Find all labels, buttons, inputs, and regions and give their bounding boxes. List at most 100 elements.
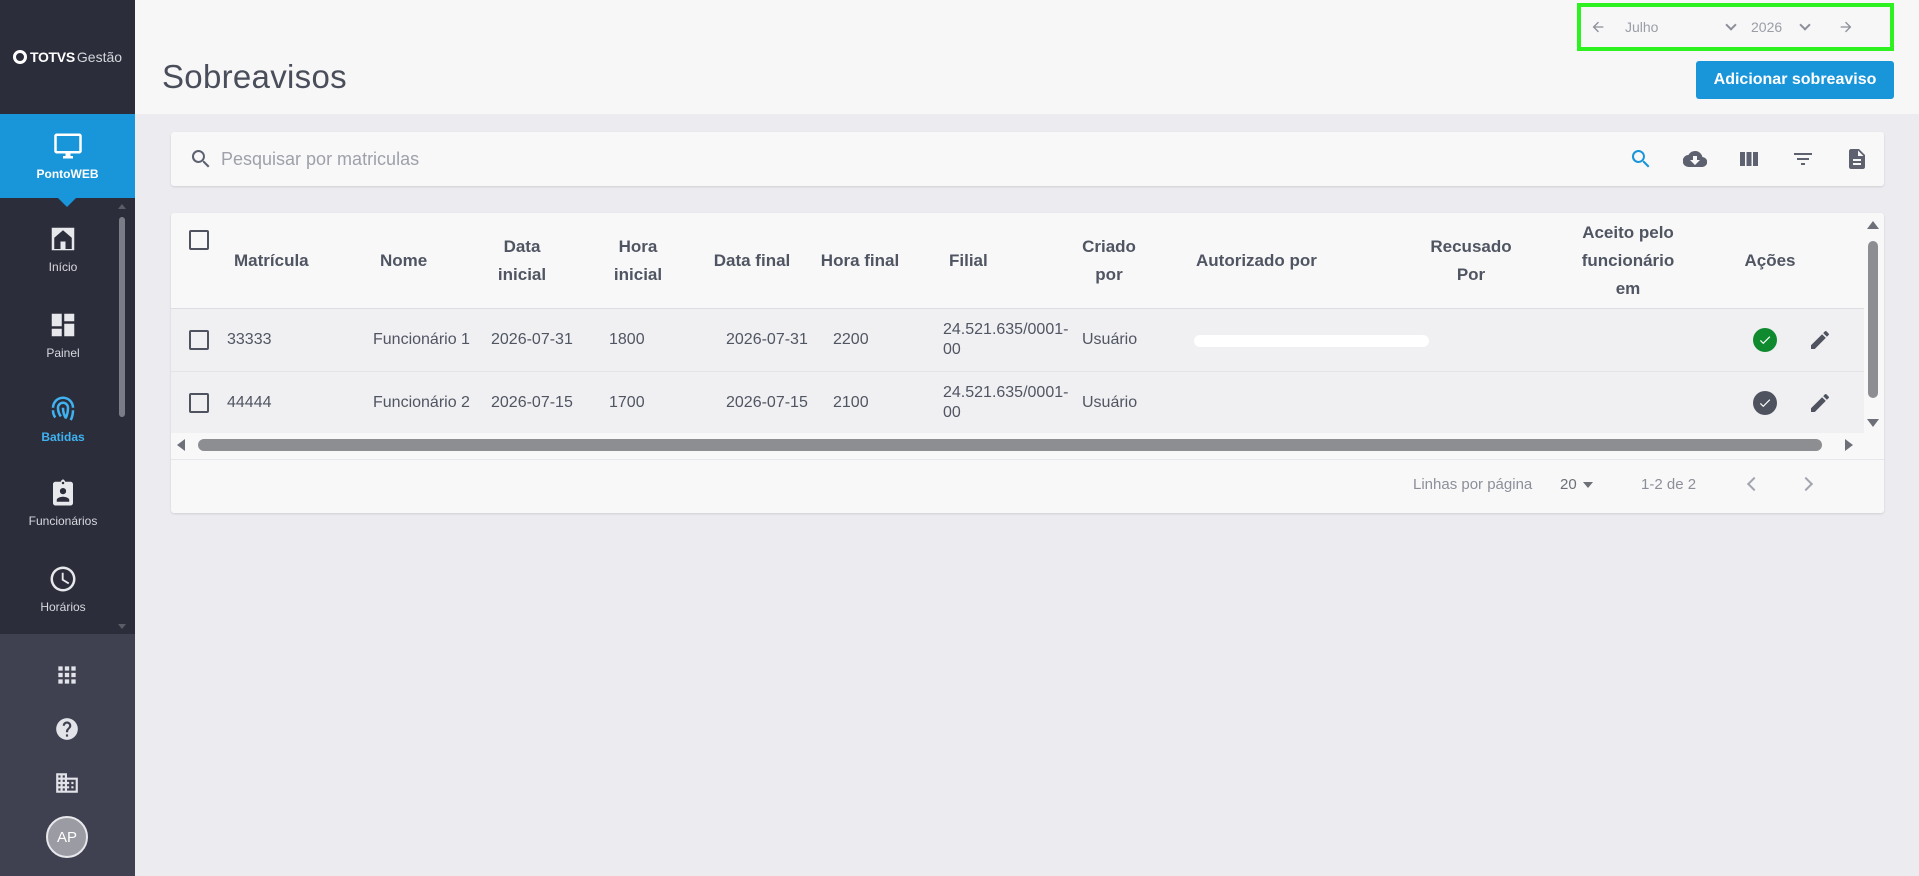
logo-mark-icon (12, 50, 27, 64)
sidebar-item-inicio[interactable]: Início (0, 214, 126, 284)
search-input[interactable] (221, 142, 1221, 176)
home-icon (51, 227, 75, 251)
previous-month-button[interactable] (1581, 19, 1615, 35)
company-button[interactable] (50, 766, 84, 800)
column-header-nome[interactable]: Nome (380, 213, 460, 309)
column-header-aceito-em[interactable]: Aceito pelo funcionário em (1568, 213, 1688, 309)
redacted-text (1194, 335, 1429, 347)
approve-button[interactable] (1753, 391, 1777, 415)
sidebar-item-painel[interactable]: Painel (0, 300, 126, 370)
sidebar-scroll-down-icon[interactable] (118, 624, 126, 629)
badge-icon (53, 479, 73, 506)
search-icon (1631, 150, 1650, 168)
scroll-up-icon[interactable] (1867, 221, 1879, 229)
cell-matricula: 33333 (227, 331, 272, 348)
apps-grid-icon (58, 666, 76, 684)
download-button[interactable] (1682, 146, 1708, 172)
column-header-data-final[interactable]: Data final (712, 213, 792, 309)
cell-data-final: 2026-07-31 (726, 331, 808, 348)
period-selector: Julho 2026 (1577, 3, 1894, 51)
monitor-icon (53, 133, 82, 159)
rows-per-page-select[interactable]: 20 (1560, 476, 1593, 493)
divider (171, 459, 1884, 460)
scroll-down-icon[interactable] (1867, 419, 1879, 427)
columns-button[interactable] (1736, 146, 1762, 172)
cloud-download-icon (1683, 150, 1707, 168)
arrow-left-icon (1592, 21, 1604, 33)
cell-data-final: 2026-07-15 (726, 394, 808, 411)
cell-matricula: 44444 (227, 394, 272, 411)
edit-button[interactable] (1808, 391, 1832, 415)
column-header-data-inicial[interactable]: Data inicial (482, 213, 562, 309)
scroll-right-icon[interactable] (1845, 439, 1853, 451)
month-value: Julho (1625, 19, 1659, 35)
apps-button[interactable] (50, 658, 84, 692)
scroll-left-icon[interactable] (177, 439, 185, 451)
row-checkbox[interactable] (189, 393, 209, 413)
sidebar-item-horarios[interactable]: Horários (0, 554, 126, 624)
avatar[interactable]: AP (46, 816, 88, 858)
caret-down-icon (1582, 482, 1593, 489)
horizontal-scrollbar-thumb[interactable] (198, 439, 1822, 451)
dashboard-icon (51, 313, 75, 337)
edit-button[interactable] (1808, 328, 1832, 352)
column-header-criado-por[interactable]: Criado por (1074, 213, 1144, 309)
sidebar-item-batidas[interactable]: Batidas (0, 384, 126, 454)
table-row[interactable]: 44444 Funcionário 2 2026-07-15 1700 2026… (171, 371, 1864, 433)
sidebar-item-label: PontoWEB (36, 167, 99, 181)
fingerprint-icon (51, 396, 75, 421)
column-header-hora-inicial[interactable]: Hora inicial (598, 213, 678, 309)
year-select[interactable]: 2026 (1751, 19, 1811, 35)
columns-icon (1740, 152, 1758, 166)
cell-hora-inicial: 1700 (609, 394, 645, 411)
sidebar-scroll-up-icon[interactable] (118, 204, 126, 209)
previous-page-icon[interactable] (1746, 476, 1762, 492)
cell-hora-final: 2100 (833, 394, 869, 411)
column-header-acoes: Ações (1744, 251, 1796, 270)
rows-per-page-label: Linhas por página (1413, 476, 1533, 493)
search-icon (191, 150, 210, 168)
clock-icon (50, 566, 76, 592)
add-sobreaviso-button[interactable]: Adicionar sobreaviso (1696, 61, 1894, 99)
column-header-hora-final[interactable]: Hora final (820, 213, 900, 309)
pagination-range: 1-2 de 2 (1641, 476, 1697, 493)
search-button[interactable] (1628, 146, 1654, 172)
page-title: Sobreavisos (162, 58, 347, 95)
help-button[interactable] (50, 712, 84, 746)
logo[interactable]: TOTVS Gestão (0, 0, 135, 114)
logo-product: Gestão (76, 49, 123, 65)
cell-nome: Funcionário 1 (373, 331, 470, 348)
cell-criado-por: Usuário (1082, 331, 1138, 348)
data-table: Matrícula Nome Data inicial Hora inicial… (171, 213, 1884, 513)
help-icon (56, 718, 78, 740)
check-icon (1759, 336, 1771, 345)
logo-brand: TOTVS (29, 49, 75, 65)
row-checkbox[interactable] (189, 330, 209, 350)
sidebar-scrollbar-thumb[interactable] (119, 217, 125, 417)
column-header-filial[interactable]: Filial (949, 213, 1029, 309)
sidebar-item-label: Início (48, 260, 78, 274)
month-select[interactable]: Julho (1625, 19, 1737, 35)
approve-button[interactable] (1753, 328, 1777, 352)
sidebar-item-pontoweb[interactable]: PontoWEB (0, 114, 135, 207)
edit-icon (1811, 394, 1829, 412)
cell-nome: Funcionário 2 (373, 394, 470, 411)
sidebar-item-funcionarios[interactable]: Funcionários (0, 468, 126, 538)
column-header-matricula[interactable]: Matrícula (234, 213, 344, 309)
sidebar-item-label: Batidas (41, 430, 85, 444)
check-icon (1759, 399, 1771, 408)
year-value: 2026 (1751, 19, 1783, 35)
edit-icon (1811, 331, 1829, 349)
vertical-scrollbar-thumb[interactable] (1868, 241, 1878, 398)
column-header-autorizado-por[interactable]: Autorizado por (1196, 213, 1416, 309)
cell-filial: 24.521.635/0001-00 (943, 321, 1069, 358)
next-page-icon[interactable] (1798, 476, 1814, 492)
sidebar-item-label: Painel (46, 346, 80, 360)
report-button[interactable] (1844, 146, 1870, 172)
next-month-button[interactable] (1829, 19, 1863, 35)
column-header-recusado-por[interactable]: Recusado Por (1421, 213, 1521, 309)
table-row[interactable]: 33333 Funcionário 1 2026-07-31 1800 2026… (171, 309, 1864, 371)
sidebar: TOTVS Gestão PontoWEB Início Painel Bati… (0, 0, 135, 876)
select-all-checkbox[interactable] (189, 230, 209, 250)
filter-button[interactable] (1790, 146, 1816, 172)
